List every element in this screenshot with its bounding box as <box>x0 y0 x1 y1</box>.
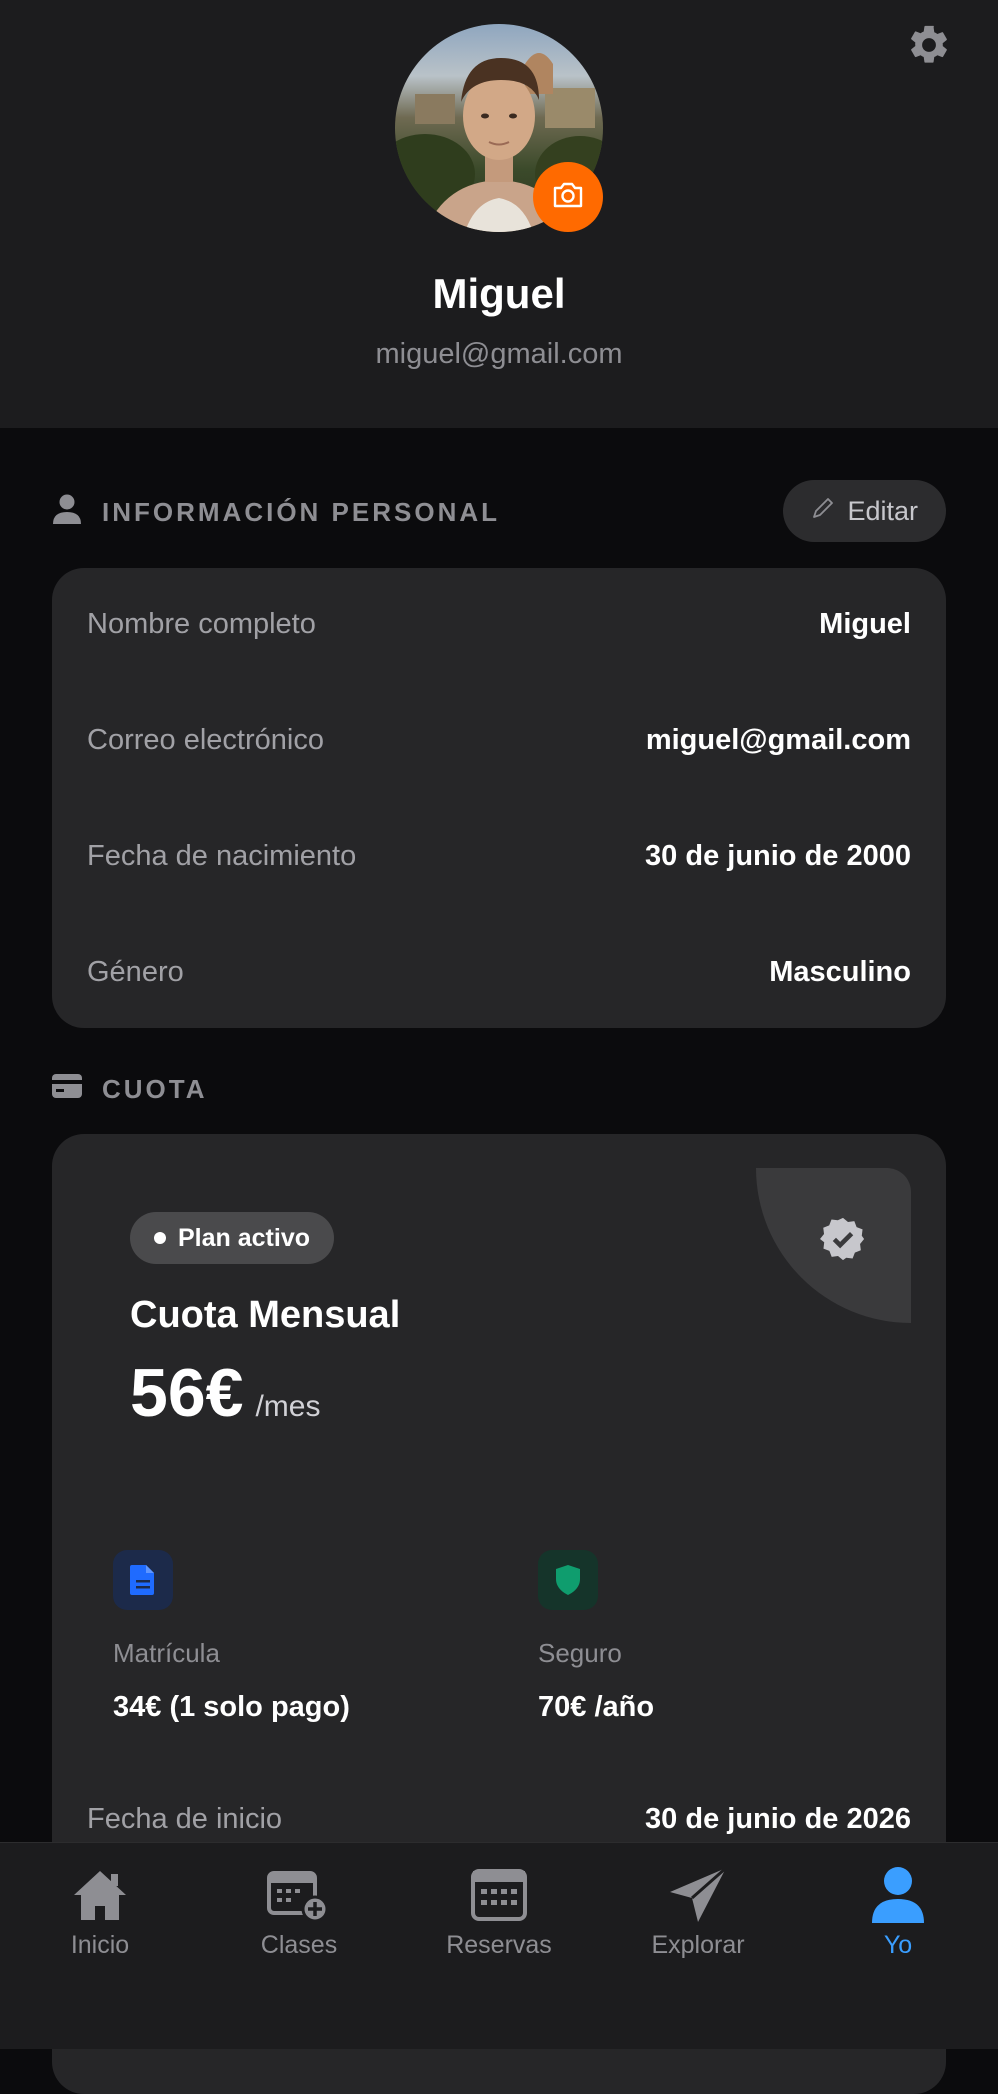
tab-label: Yo <box>883 1931 913 1959</box>
info-row-birthdate[interactable]: Fecha de nacimiento 30 de junio de 2000 <box>87 826 911 886</box>
price-row: 56€ /mes <box>130 1354 320 1432</box>
plan-name: Cuota Mensual <box>130 1294 401 1336</box>
home-icon <box>71 1863 129 1927</box>
shield-icon <box>538 1550 598 1610</box>
start-date-label: Fecha de inicio <box>87 1802 283 1835</box>
plan-status-label: Plan activo <box>178 1223 310 1252</box>
info-value: 30 de junio de 2000 <box>645 839 911 872</box>
info-value: Masculino <box>769 955 911 988</box>
person-icon <box>52 493 82 532</box>
start-date-row: Fecha de inicio 30 de junio de 2026 <box>87 1794 911 1844</box>
calendar-add-icon <box>267 1863 331 1927</box>
tab-bar: Inicio Clases Reservas Explorar Yo <box>0 1842 998 2049</box>
info-value: Miguel <box>819 607 911 640</box>
extra-value: 70€ /año <box>538 1691 655 1723</box>
pencil-icon <box>811 496 835 527</box>
camera-icon <box>552 181 584 214</box>
info-row-name[interactable]: Nombre completo Miguel <box>87 594 911 654</box>
extra-label: Seguro <box>538 1638 622 1668</box>
plan-period: /mes <box>255 1390 321 1423</box>
profile-email: miguel@gmail.com <box>375 338 623 370</box>
tab-label: Explorar <box>651 1931 745 1959</box>
info-value: miguel@gmail.com <box>645 723 911 756</box>
extra-matricula: Matrícula 34€ (1 solo pago) <box>113 1550 463 1724</box>
cuota-title: CUOTA <box>102 1074 208 1104</box>
profile-name: Miguel <box>432 270 566 317</box>
plan-status-badge: Plan activo <box>130 1212 334 1264</box>
personal-info-header: INFORMACIÓN PERSONAL <box>52 493 500 532</box>
verified-badge-icon <box>820 1216 866 1267</box>
extra-value: 34€ (1 solo pago) <box>113 1691 350 1723</box>
tab-yo[interactable]: Yo <box>798 1863 998 1960</box>
info-label: Fecha de nacimiento <box>87 839 357 872</box>
extra-seguro: Seguro 70€ /año <box>538 1550 888 1724</box>
tab-label: Clases <box>260 1931 338 1959</box>
change-photo-button[interactable] <box>533 162 603 232</box>
tab-reservas[interactable]: Reservas <box>399 1863 599 1960</box>
tab-clases[interactable]: Clases <box>199 1863 399 1960</box>
document-icon <box>113 1550 173 1610</box>
edit-button[interactable]: Editar <box>783 480 946 542</box>
extra-label: Matrícula <box>113 1638 220 1668</box>
info-label: Correo electrónico <box>87 723 324 756</box>
avatar[interactable] <box>395 24 603 232</box>
tab-inicio[interactable]: Inicio <box>0 1863 200 1960</box>
info-label: Nombre completo <box>87 607 316 640</box>
calendar-icon <box>470 1863 528 1927</box>
personal-info-card: Nombre completo Miguel Correo electrónic… <box>52 568 946 1028</box>
plan-badge <box>756 1168 911 1323</box>
person-icon <box>870 1863 926 1927</box>
credit-card-icon <box>52 1074 82 1105</box>
personal-info-title: INFORMACIÓN PERSONAL <box>102 497 500 527</box>
info-row-gender[interactable]: Género Masculino <box>87 942 911 1002</box>
paper-plane-icon <box>668 1863 728 1927</box>
cuota-header: CUOTA <box>52 1074 208 1105</box>
tab-label: Inicio <box>70 1931 130 1959</box>
edit-label: Editar <box>847 495 918 526</box>
gear-icon[interactable] <box>906 22 952 68</box>
tab-explorar[interactable]: Explorar <box>598 1863 798 1960</box>
info-label: Género <box>87 955 184 988</box>
status-dot <box>154 1232 166 1244</box>
profile-header: Miguel miguel@gmail.com <box>0 0 998 428</box>
info-row-email[interactable]: Correo electrónico miguel@gmail.com <box>87 710 911 770</box>
start-date-value: 30 de junio de 2026 <box>645 1802 911 1835</box>
plan-price: 56€ <box>130 1355 244 1431</box>
tab-label: Reservas <box>446 1931 552 1959</box>
